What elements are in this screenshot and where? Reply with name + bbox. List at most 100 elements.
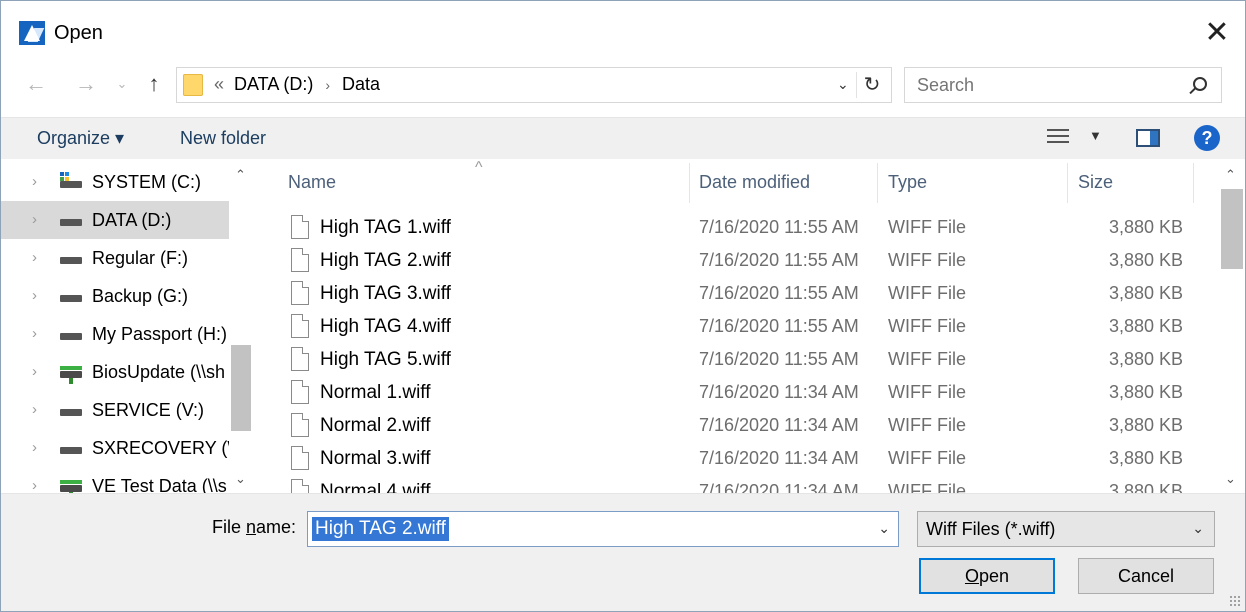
nav-item-label: My Passport (H:): [92, 324, 228, 344]
filelist-scrollbar[interactable]: ⌃ ⌄: [1217, 159, 1245, 493]
file-row[interactable]: Normal 1.wiff 7/16/2020 11:34 AM WIFF Fi…: [253, 377, 1217, 410]
scrollbar-thumb[interactable]: [1221, 189, 1243, 269]
file-size: 3,880 KB: [1108, 250, 1183, 270]
nav-item-sxrecovery-w[interactable]: › SXRECOVERY (W: [1, 429, 244, 467]
view-dropdown-icon[interactable]: ▼: [1089, 128, 1102, 143]
column-header-size[interactable]: Size: [1068, 159, 1194, 205]
address-bar[interactable]: « DATA (D:) › Data ⌄ ↻: [176, 67, 892, 103]
close-button[interactable]: ✕: [1197, 13, 1237, 53]
breadcrumb-item-data-folder[interactable]: Data: [342, 74, 380, 94]
file-date: 7/16/2020 11:34 AM: [699, 448, 859, 468]
file-icon: [291, 413, 309, 437]
drive-icon: [60, 447, 82, 454]
file-icon: [291, 248, 309, 272]
file-type: WIFF File: [888, 283, 966, 303]
column-header-name[interactable]: Name: [253, 159, 689, 205]
file-size: 3,880 KB: [1108, 382, 1183, 402]
expand-icon[interactable]: ›: [32, 439, 37, 456]
breadcrumb-item-data-drive[interactable]: DATA (D:): [234, 74, 313, 94]
expand-icon[interactable]: ›: [32, 287, 37, 304]
file-icon: [291, 347, 309, 371]
file-size: 3,880 KB: [1108, 415, 1183, 435]
expand-icon[interactable]: ›: [32, 477, 37, 493]
resize-grip[interactable]: [1229, 595, 1241, 607]
help-icon[interactable]: ?: [1194, 125, 1220, 151]
breadcrumb-overflow[interactable]: «: [214, 74, 224, 94]
column-divider[interactable]: [1193, 163, 1194, 203]
expand-icon[interactable]: ›: [32, 249, 37, 266]
file-row[interactable]: High TAG 4.wiff 7/16/2020 11:55 AM WIFF …: [253, 311, 1217, 344]
expand-icon[interactable]: ›: [32, 173, 37, 190]
file-type-select[interactable]: Wiff Files (*.wiff) ⌄: [917, 511, 1215, 547]
view-options-icon[interactable]: [1047, 127, 1069, 147]
nav-item-label: DATA (D:): [92, 210, 172, 230]
nav-item-biosupdate[interactable]: › BiosUpdate (\\sh: [1, 353, 229, 391]
search-input[interactable]: [917, 73, 1177, 97]
file-name-field[interactable]: High TAG 2.wiff ⌄: [307, 511, 899, 547]
file-name-label: File name:: [212, 517, 297, 537]
up-one-level-button[interactable]: ↑: [141, 71, 167, 97]
nav-item-my-passport-h[interactable]: › My Passport (H:): [1, 315, 229, 353]
drive-icon: [60, 333, 82, 340]
cancel-button[interactable]: Cancel: [1078, 558, 1214, 594]
file-icon: [291, 380, 309, 404]
file-row[interactable]: High TAG 3.wiff 7/16/2020 11:55 AM WIFF …: [253, 278, 1217, 311]
file-icon: [291, 215, 309, 239]
nav-item-regular-f[interactable]: › Regular (F:): [1, 239, 229, 277]
file-date: 7/16/2020 11:34 AM: [699, 415, 859, 435]
back-button[interactable]: ←: [23, 71, 49, 97]
breadcrumb-separator[interactable]: ›: [325, 77, 330, 93]
expand-icon[interactable]: ›: [32, 363, 37, 380]
scroll-up-icon[interactable]: ⌃: [1225, 167, 1236, 183]
file-name: High TAG 2.wiff: [320, 250, 451, 271]
open-button[interactable]: Open: [919, 558, 1055, 594]
column-header-date-modified[interactable]: Date modified: [690, 159, 878, 205]
command-toolbar: Organize ▾ New folder ▼ ?: [1, 117, 1245, 159]
drive-icon: [60, 409, 82, 416]
expand-icon[interactable]: ›: [32, 211, 37, 228]
file-size: 3,880 KB: [1108, 481, 1183, 493]
scroll-down-icon[interactable]: ⌄: [235, 471, 246, 487]
file-row[interactable]: Normal 2.wiff 7/16/2020 11:34 AM WIFF Fi…: [253, 410, 1217, 443]
file-row[interactable]: Normal 3.wiff 7/16/2020 11:34 AM WIFF Fi…: [253, 443, 1217, 476]
nav-item-data-d[interactable]: › DATA (D:): [1, 201, 229, 239]
new-folder-button[interactable]: New folder: [180, 128, 266, 149]
chevron-down-icon[interactable]: ⌄: [878, 520, 890, 537]
search-icon[interactable]: [1193, 77, 1207, 91]
file-row[interactable]: High TAG 2.wiff 7/16/2020 11:55 AM WIFF …: [253, 245, 1217, 278]
file-date: 7/16/2020 11:55 AM: [699, 250, 859, 270]
recent-locations-button[interactable]: ⌄: [109, 71, 135, 97]
refresh-icon[interactable]: ↻: [861, 72, 883, 98]
address-dropdown-icon[interactable]: ⌄: [837, 76, 853, 96]
navpane-scrollbar[interactable]: ⌃ ⌄: [229, 159, 253, 493]
expand-icon[interactable]: ›: [32, 325, 37, 342]
navigation-pane: › SYSTEM (C:) › DATA (D:) › Regular (F:)…: [1, 159, 253, 493]
file-type: WIFF File: [888, 382, 966, 402]
search-box[interactable]: [904, 67, 1222, 103]
preview-pane-icon[interactable]: [1136, 129, 1160, 147]
file-icon: [291, 446, 309, 470]
scroll-down-icon[interactable]: ⌄: [1225, 471, 1236, 487]
file-row[interactable]: Normal 4.wiff 7/16/2020 11:34 AM WIFF Fi…: [253, 476, 1217, 493]
file-row[interactable]: High TAG 1.wiff 7/16/2020 11:55 AM WIFF …: [253, 212, 1217, 245]
file-type: WIFF File: [888, 349, 966, 369]
folder-icon: [183, 74, 203, 96]
file-date: 7/16/2020 11:55 AM: [699, 283, 859, 303]
nav-item-system-c[interactable]: › SYSTEM (C:): [1, 163, 229, 201]
file-name: Normal 3.wiff: [320, 448, 431, 469]
nav-item-ve-test-data[interactable]: › VE Test Data (\\s: [1, 467, 229, 493]
nav-item-service-v[interactable]: › SERVICE (V:): [1, 391, 229, 429]
app-icon: [19, 21, 45, 45]
forward-button[interactable]: →: [73, 71, 99, 97]
file-name-value[interactable]: High TAG 2.wiff: [312, 517, 449, 541]
network-drive-icon: [60, 480, 82, 493]
scroll-up-icon[interactable]: ⌃: [235, 167, 246, 183]
organize-menu[interactable]: Organize ▾: [37, 128, 124, 149]
file-row[interactable]: High TAG 5.wiff 7/16/2020 11:55 AM WIFF …: [253, 344, 1217, 377]
nav-item-backup-g[interactable]: › Backup (G:): [1, 277, 229, 315]
scrollbar-thumb[interactable]: [231, 345, 251, 431]
chevron-down-icon[interactable]: ⌄: [1192, 520, 1204, 537]
file-size: 3,880 KB: [1108, 316, 1183, 336]
expand-icon[interactable]: ›: [32, 401, 37, 418]
column-header-type[interactable]: Type: [878, 159, 1068, 205]
